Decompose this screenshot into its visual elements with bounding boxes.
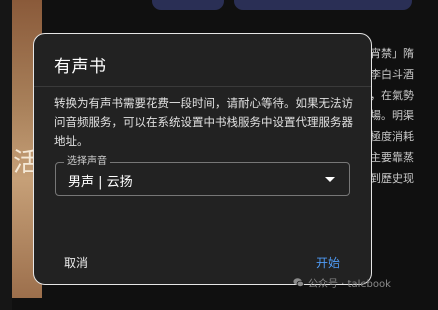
voice-select-value: 男声 | 云扬 [68,175,133,190]
background-text-line: ，在氣勢 [370,88,414,102]
audiobook-dialog: 有声书 转换为有声书需要花费一段时间，请耐心等待。如果无法访问音频服务，可以在系… [33,33,372,285]
background-text-line: 主要靠蒸 [370,150,414,164]
background-text-line: 宵禁」隋 [370,47,414,60]
background-text-line: 場。明渠 [370,109,414,123]
background-text-line: 到歷史现 [370,171,414,185]
background-text-line: 極度消耗 [370,130,414,144]
wechat-icon [293,278,304,287]
dropdown-arrow-icon [325,177,335,182]
watermark: 公众号 · talebook [293,275,391,290]
watermark-text: 公众号 · talebook [308,279,391,290]
dialog-message: 转换为有声书需要花费一段时间，请耐心等待。如果无法访问音频服务，可以在系统设置中… [54,96,353,148]
start-button[interactable]: 开始 [316,254,340,271]
voice-select-label: 选择声音 [64,155,110,169]
cancel-button[interactable]: 取消 [64,254,88,271]
voice-select[interactable]: 选择声音 男声 | 云扬 [55,155,350,196]
background-pill-button [152,0,224,10]
background-text-line: 李白斗酒 [370,67,414,81]
background-pill-button [234,0,412,10]
dialog-title: 有声书 [54,57,107,77]
background-strip [0,0,12,310]
background-book-text: 宵禁」隋 李白斗酒 ，在氣勢 場。明渠 極度消耗 主要靠蒸 到歷史现 [370,44,438,190]
dialog-divider [34,86,371,87]
